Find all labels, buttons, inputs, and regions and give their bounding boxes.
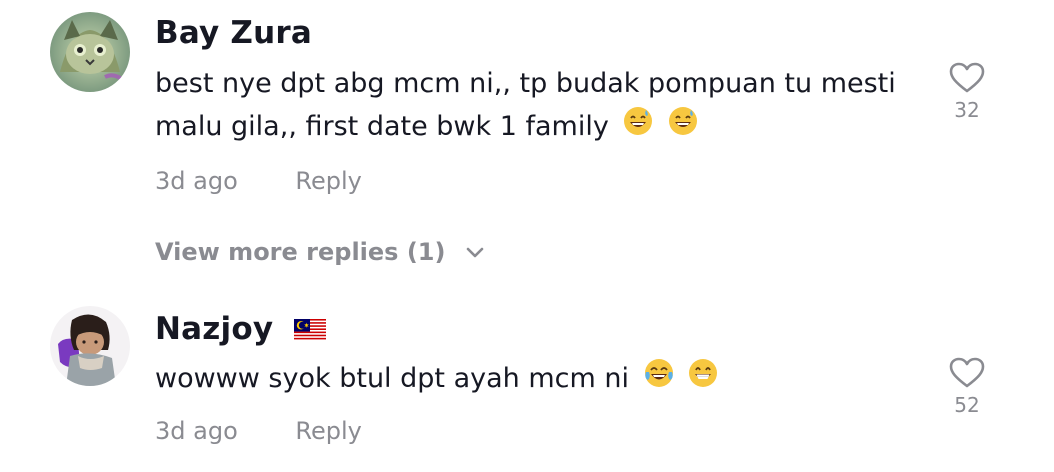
tears-of-joy-emoji-icon — [644, 358, 674, 401]
timestamp: 3d ago — [155, 167, 238, 195]
like-button[interactable]: 32 — [945, 62, 989, 122]
person-avatar-icon — [50, 306, 130, 386]
reply-button[interactable]: Reply — [295, 417, 361, 445]
view-more-label: View more replies (1) — [155, 238, 446, 266]
like-button[interactable]: 52 — [945, 357, 989, 417]
like-count: 52 — [954, 393, 980, 417]
heart-icon[interactable] — [949, 62, 985, 94]
comment-text-line: best nye dpt abg mcm ni,, tp budak pompu… — [155, 62, 896, 105]
comment-item: Bay Zura best nye dpt abg mcm ni,, tp bu… — [0, 0, 1054, 220]
beaming-face-emoji-icon — [688, 358, 718, 401]
username[interactable]: Bay Zura — [155, 15, 312, 51]
comment-item: Nazjoy wowww syok btul dpt ayah mcm ni 3… — [0, 295, 1054, 472]
grinning-sweat-emoji-icon — [668, 106, 698, 149]
comment-text: wowww syok btul dpt ayah mcm ni — [155, 363, 629, 394]
username-text: Nazjoy — [155, 311, 274, 347]
view-more-replies-button[interactable]: View more replies (1) — [155, 238, 484, 266]
comment-text: best nye dpt abg mcm ni,, tp budak pompu… — [155, 68, 896, 99]
username[interactable]: Nazjoy — [155, 311, 327, 349]
reply-button[interactable]: Reply — [295, 167, 361, 195]
avatar[interactable] — [50, 12, 130, 92]
comment-meta: 3d ago Reply — [155, 167, 362, 195]
like-count: 32 — [954, 98, 980, 122]
comment-text-line: wowww syok btul dpt ayah mcm ni — [155, 357, 718, 401]
malaysia-flag-icon — [294, 313, 327, 349]
cat-avatar-icon — [50, 12, 130, 92]
timestamp: 3d ago — [155, 417, 238, 445]
comment-meta: 3d ago Reply — [155, 417, 362, 445]
comment-text: malu gila,, first date bwk 1 family — [155, 111, 609, 142]
avatar[interactable] — [50, 306, 130, 386]
chevron-down-icon — [466, 247, 484, 258]
comment-text-line: malu gila,, first date bwk 1 family — [155, 105, 698, 149]
grinning-sweat-emoji-icon — [623, 106, 653, 149]
heart-icon[interactable] — [949, 357, 985, 389]
